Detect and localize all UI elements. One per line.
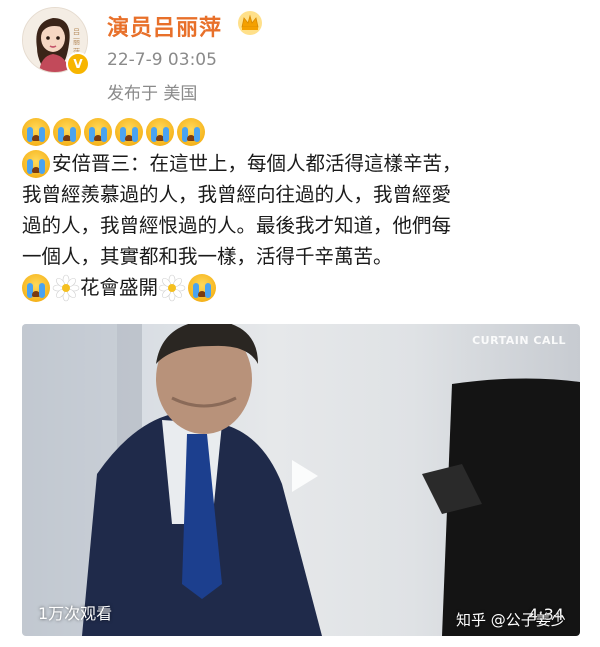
- svg-text:丽: 丽: [73, 38, 80, 46]
- crying-face-icon: [53, 118, 81, 146]
- post-text-line-5: 花會盛開: [80, 276, 159, 299]
- username[interactable]: 演员吕丽萍: [107, 10, 222, 42]
- daisy-flower-icon: [52, 274, 80, 301]
- post-text: 安倍晋三：在這世上，每個人都活得這樣辛苦， 我曾經羨慕過的人，我曾經向往過的人，…: [22, 148, 582, 303]
- post-header: 吕 丽 萍 V 演员吕丽萍 22-7-9 03:05 发布于 美国: [0, 0, 600, 110]
- svg-text:吕: 吕: [73, 28, 80, 36]
- post-text-line-1: 安倍晋三：在這世上，每個人都活得這樣辛苦，: [52, 152, 462, 175]
- crying-emoji-row: [22, 118, 205, 148]
- post-text-line: 花會盛開: [22, 272, 582, 303]
- post-text-line-4: 一個人，其實都和我一樣，活得千辛萬苦。: [22, 245, 393, 268]
- daisy-flower-icon: [158, 274, 186, 301]
- crying-face-icon: [115, 118, 143, 146]
- post-text-line-3: 過的人，我曾經恨過的人。最後我才知道，他們每: [22, 214, 452, 237]
- play-icon[interactable]: [280, 454, 324, 498]
- post-text-line: 一個人，其實都和我一樣，活得千辛萬苦。: [22, 241, 582, 272]
- crying-face-icon: [22, 149, 50, 178]
- crying-face-icon: [84, 118, 112, 146]
- crying-face-icon: [22, 273, 50, 302]
- zhihu-watermark: 知乎 @公子姜少: [456, 611, 566, 629]
- video-overlay-label: CURTAIN CALL: [472, 334, 566, 347]
- post-text-line-2: 我曾經羨慕過的人，我曾經向往過的人，我曾經愛: [22, 183, 452, 206]
- post-text-line: 過的人，我曾經恨過的人。最後我才知道，他們每: [22, 210, 582, 241]
- post-text-line: 安倍晋三：在這世上，每個人都活得這樣辛苦，: [22, 148, 582, 179]
- video-player[interactable]: CURTAIN CALL 1万次观看 4:34: [22, 324, 580, 636]
- crying-face-icon: [146, 118, 174, 146]
- verified-v-icon: V: [66, 52, 90, 76]
- crown-icon: [238, 11, 262, 35]
- crying-face-icon: [177, 118, 205, 146]
- post-text-line: 我曾經羨慕過的人，我曾經向往過的人，我曾經愛: [22, 179, 582, 210]
- post-timestamp: 22-7-9 03:05: [107, 50, 217, 70]
- post-location: 发布于 美国: [107, 84, 198, 104]
- crying-face-icon: [22, 118, 50, 146]
- video-view-count: 1万次观看: [38, 604, 113, 623]
- crying-face-icon: [188, 273, 217, 302]
